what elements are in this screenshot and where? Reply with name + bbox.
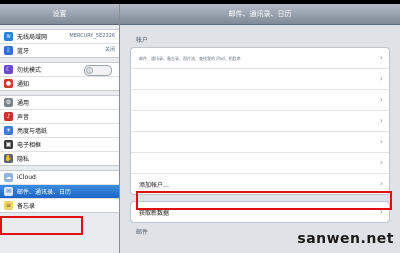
account-row[interactable]: › bbox=[131, 90, 389, 111]
notes-icon: ≡ bbox=[4, 201, 13, 210]
chevron-right-icon: › bbox=[379, 116, 383, 125]
highlight-selected-sidebar-item bbox=[0, 216, 83, 235]
dnd-group: ☾ 勿扰模式 ● 通知 bbox=[0, 62, 119, 91]
brightness-icon: ☀ bbox=[4, 126, 13, 135]
sidebar-item-icloud[interactable]: ☁ iCloud bbox=[0, 171, 119, 185]
sidebar-item-privacy[interactable]: ✋ 隐私 bbox=[0, 152, 119, 165]
sidebar-item-label: 电子相框 bbox=[17, 142, 42, 149]
sidebar-item-notes[interactable]: ≡ 备忘录 bbox=[0, 199, 119, 212]
chevron-right-icon: › bbox=[379, 74, 383, 83]
sidebar-item-label: 蓝牙 bbox=[17, 48, 30, 55]
hand-icon: ✋ bbox=[4, 154, 13, 163]
sidebar-item-brightness[interactable]: ☀ 亮度与墙纸 bbox=[0, 124, 119, 138]
gear-icon: ⚙ bbox=[4, 98, 13, 107]
chevron-right-icon: › bbox=[379, 137, 383, 146]
chevron-right-icon: › bbox=[379, 158, 383, 167]
add-account-label: 添加帐户… bbox=[139, 181, 170, 189]
sidebar-item-label: 声音 bbox=[17, 114, 30, 121]
sidebar-item-label: 备忘录 bbox=[17, 203, 36, 210]
sidebar-item-label: 无线局域网 bbox=[17, 34, 48, 41]
mail-icon: ✉ bbox=[4, 187, 13, 196]
chevron-right-icon: › bbox=[379, 53, 383, 62]
detail-panel: 邮件、通讯录、日历 帐户 邮件、通讯录、备忘录、照片流、查找我的 iPad、钥匙… bbox=[120, 4, 400, 253]
sidebar-item-label: 邮件、通讯录、日历 bbox=[17, 189, 72, 196]
accounts-section-header: 帐户 bbox=[136, 37, 149, 44]
sidebar-item-label: 勿扰模式 bbox=[17, 67, 42, 74]
wifi-network-name: MERCURY_5E2326 bbox=[69, 33, 115, 39]
sidebar-item-do-not-disturb: ☾ 勿扰模式 bbox=[0, 63, 119, 77]
sidebar-title: 设置 bbox=[0, 4, 119, 25]
watermark: sanwen.net bbox=[297, 231, 394, 247]
bluetooth-icon: ᛒ bbox=[4, 46, 13, 55]
apps-group: ☁ iCloud ✉ 邮件、通讯录、日历 ≡ 备忘录 bbox=[0, 170, 119, 213]
account-row[interactable]: › bbox=[131, 111, 389, 132]
moon-icon: ☾ bbox=[4, 65, 13, 74]
sidebar-item-label: iCloud bbox=[17, 174, 36, 181]
highlight-add-account bbox=[136, 191, 392, 210]
sidebar-item-notifications[interactable]: ● 通知 bbox=[0, 77, 119, 90]
sidebar-item-label: 通知 bbox=[17, 81, 30, 88]
sidebar-item-general[interactable]: ⚙ 通用 bbox=[0, 96, 119, 110]
sidebar-item-mail-contacts-calendars[interactable]: ✉ 邮件、通讯录、日历 bbox=[0, 185, 119, 199]
detail-title: 邮件、通讯录、日历 bbox=[120, 4, 400, 25]
sidebar-item-picture-frame[interactable]: ▣ 电子相框 bbox=[0, 138, 119, 152]
sidebar-item-sounds[interactable]: ♪ 声音 bbox=[0, 110, 119, 124]
sidebar-item-wifi[interactable]: ≋ 无线局域网 MERCURY_5E2326 bbox=[0, 30, 119, 44]
sidebar-item-bluetooth[interactable]: ᛒ 蓝牙 关闭 bbox=[0, 44, 119, 57]
notifications-icon: ● bbox=[4, 79, 13, 88]
account-row[interactable]: › bbox=[131, 153, 389, 174]
wifi-icon: ≋ bbox=[4, 32, 13, 41]
bluetooth-status: 关闭 bbox=[104, 47, 115, 53]
account-row[interactable]: › bbox=[131, 69, 389, 90]
sidebar-item-label: 通用 bbox=[17, 100, 30, 107]
do-not-disturb-toggle[interactable] bbox=[84, 65, 112, 76]
cloud-icon: ☁ bbox=[4, 173, 13, 182]
sidebar-item-label: 隐私 bbox=[17, 156, 30, 163]
chevron-right-icon: › bbox=[379, 95, 383, 104]
sidebar-item-label: 亮度与墙纸 bbox=[17, 128, 48, 135]
connectivity-group: ≋ 无线局域网 MERCURY_5E2326 ᛒ 蓝牙 关闭 bbox=[0, 29, 119, 58]
account-row[interactable]: › bbox=[131, 132, 389, 153]
frame-icon: ▣ bbox=[4, 140, 13, 149]
account-row[interactable]: 邮件、通讯录、备忘录、照片流、查找我的 iPad、钥匙串 › bbox=[131, 48, 389, 69]
sound-icon: ♪ bbox=[4, 112, 13, 121]
device-group: ⚙ 通用 ♪ 声音 ☀ 亮度与墙纸 ▣ 电子相框 ✋ 隐私 bbox=[0, 95, 119, 166]
account-services: 邮件、通讯录、备忘录、照片流、查找我的 iPad、钥匙串 bbox=[139, 56, 241, 61]
accounts-card: 邮件、通讯录、备忘录、照片流、查找我的 iPad、钥匙串 › › › › › ›… bbox=[130, 47, 390, 195]
